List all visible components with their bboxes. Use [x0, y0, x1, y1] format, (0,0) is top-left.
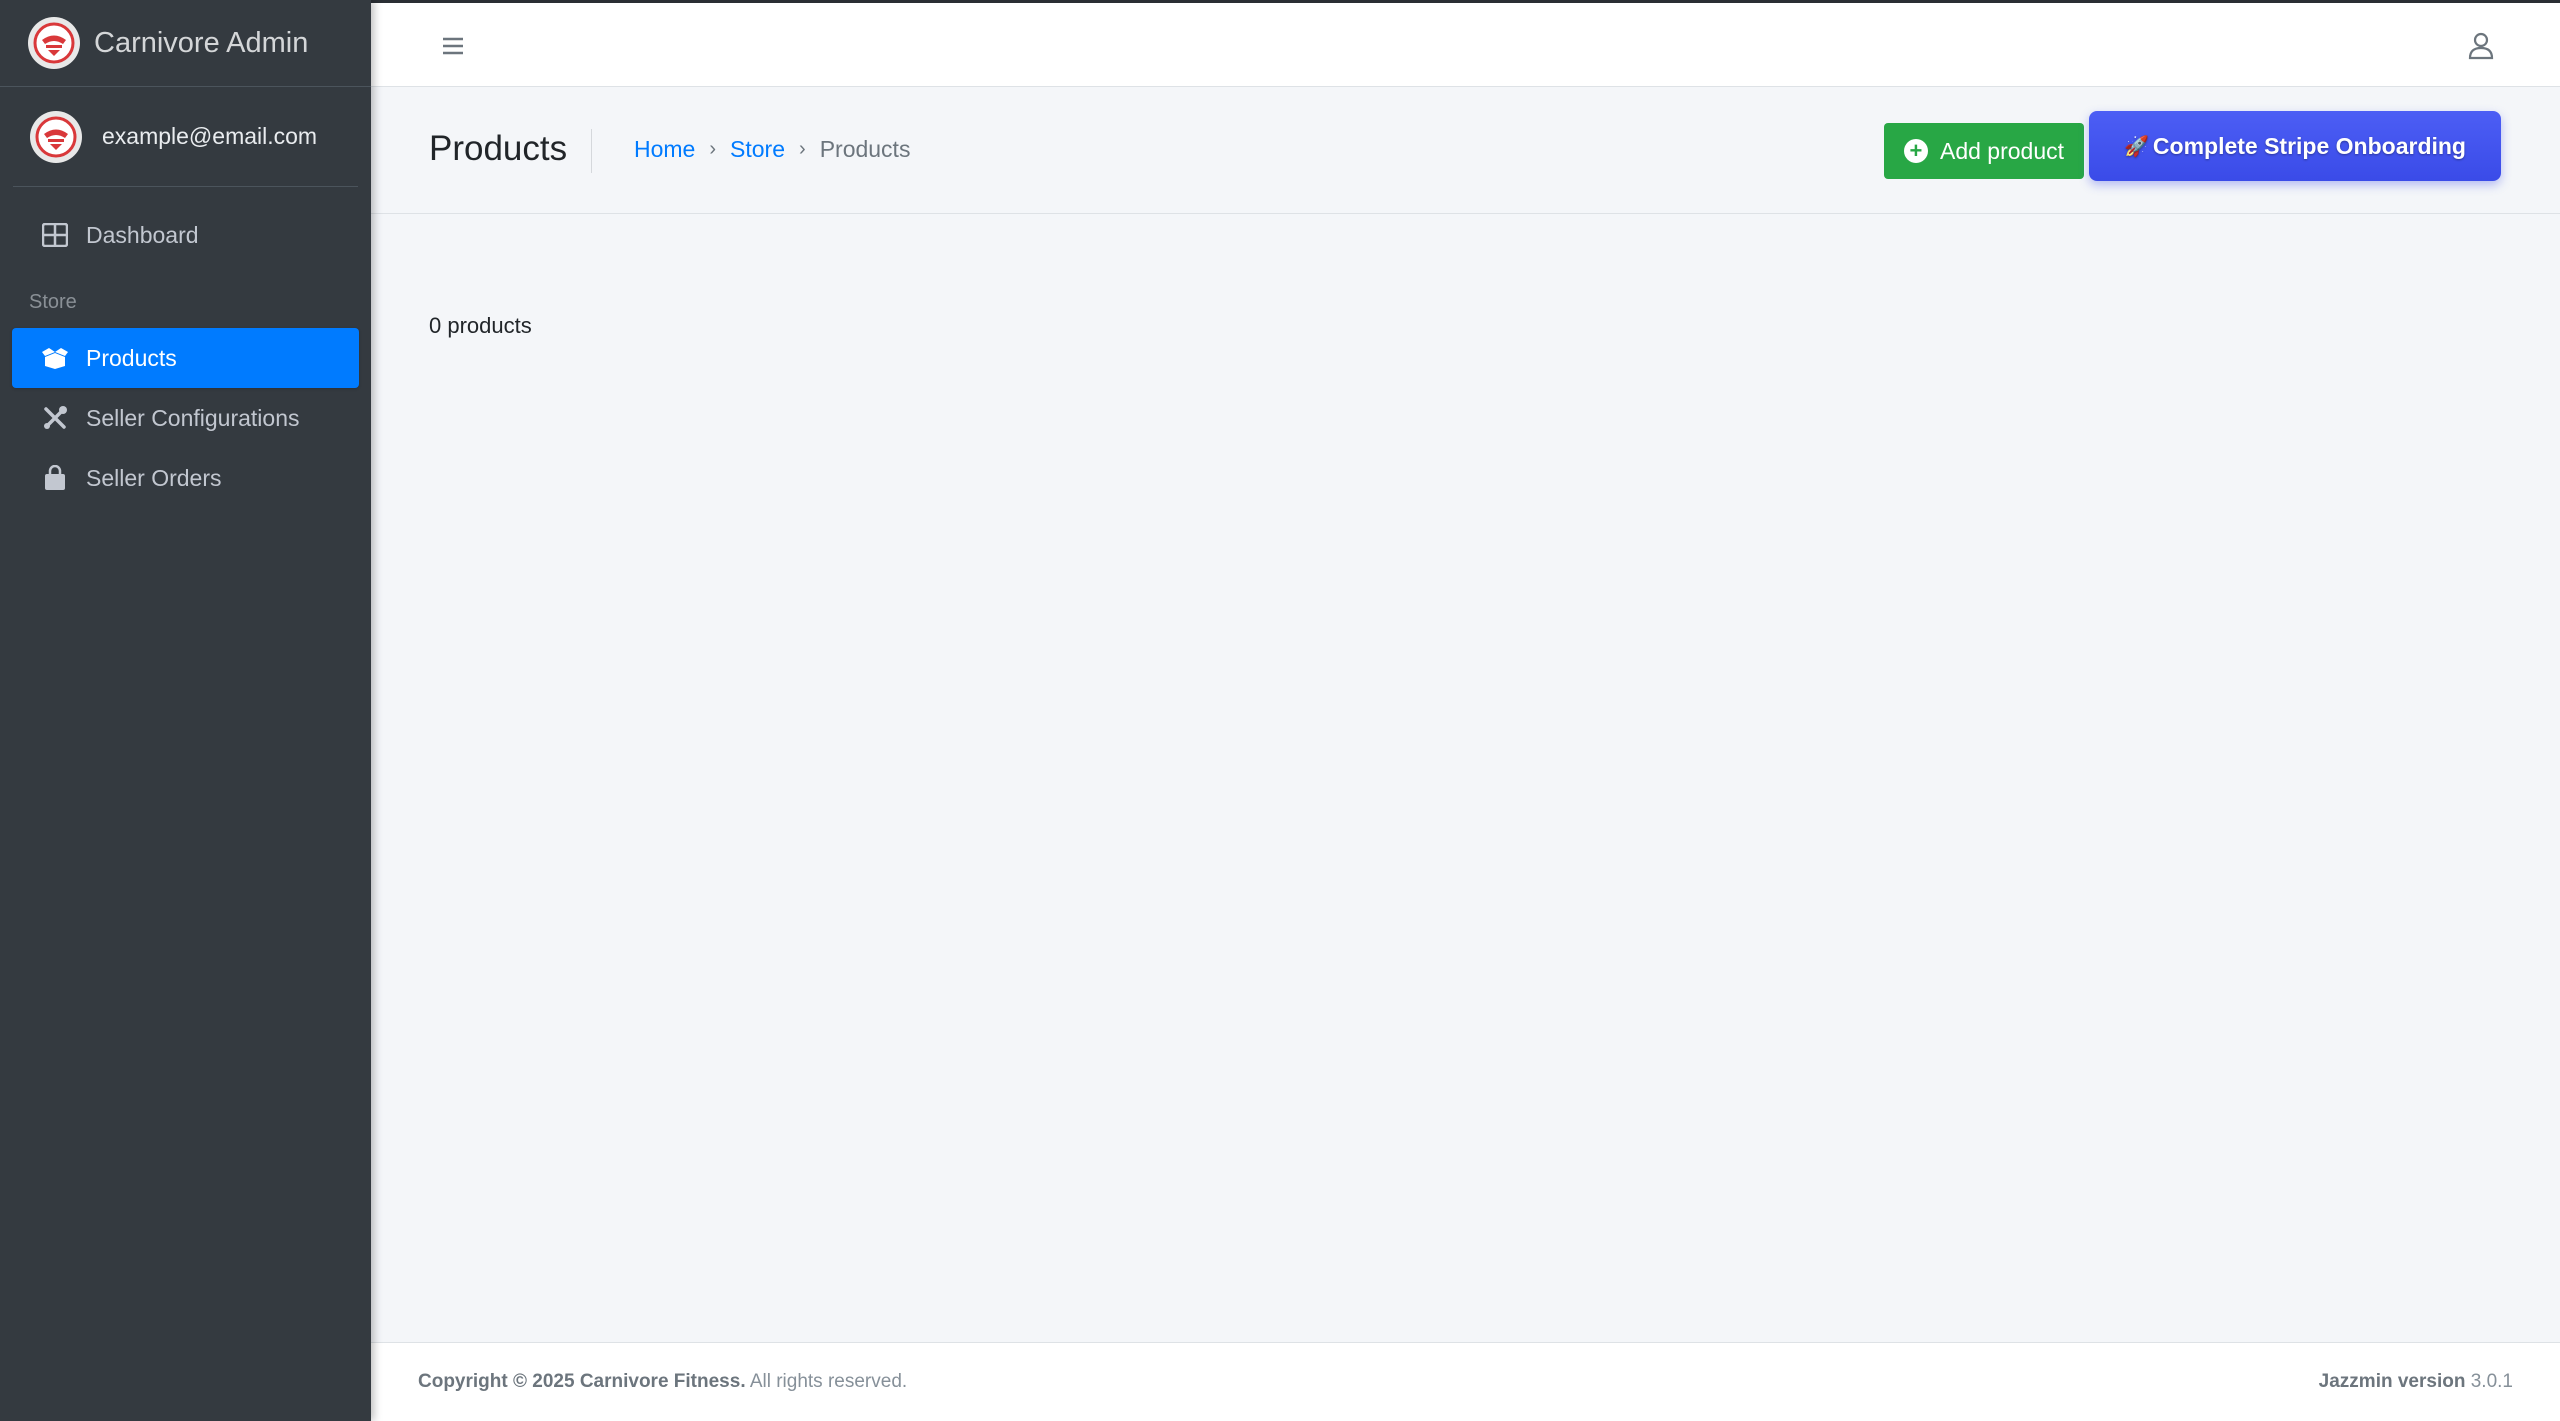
- sidebar-item-seller-configurations[interactable]: Seller Configurations: [12, 388, 359, 448]
- brand-title: Carnivore Admin: [94, 26, 309, 59]
- brand-logo-icon: [28, 17, 80, 69]
- tools-icon: [40, 403, 70, 433]
- sidebar: Carnivore Admin example@email.com Dashbo…: [0, 0, 371, 1421]
- sidebar-item-label: Products: [86, 344, 177, 371]
- footer-copyright: Copyright © 2025 Carnivore Fitness. All …: [418, 1371, 907, 1393]
- complete-stripe-onboarding-button[interactable]: 🚀 Complete Stripe Onboarding: [2089, 111, 2501, 181]
- admin-app: Carnivore Admin example@email.com Dashbo…: [0, 0, 2560, 1421]
- shopping-bag-icon: [40, 463, 70, 493]
- sidebar-item-label: Dashboard: [86, 221, 199, 248]
- sidebar-item-products[interactable]: Products: [12, 328, 359, 388]
- hamburger-icon[interactable]: [438, 31, 468, 61]
- add-product-button[interactable]: + Add product: [1884, 123, 2084, 179]
- user-panel[interactable]: example@email.com: [13, 87, 358, 187]
- user-email: example@email.com: [102, 123, 318, 149]
- sidebar-item-dashboard[interactable]: Dashboard: [12, 205, 359, 265]
- product-count: 0 products: [429, 313, 532, 338]
- breadcrumb-store[interactable]: Store: [730, 136, 785, 163]
- sidebar-section-header: Store: [29, 291, 77, 313]
- top-navbar: [371, 0, 2560, 87]
- rocket-icon: 🚀: [2124, 135, 2149, 158]
- sidebar-item-seller-orders[interactable]: Seller Orders: [12, 448, 359, 508]
- version-number: 3.0.1: [2465, 1371, 2513, 1392]
- stripe-button-label: Complete Stripe Onboarding: [2152, 132, 2466, 159]
- breadcrumb-separator: ›: [799, 138, 806, 160]
- sidebar-item-label: Seller Orders: [86, 464, 222, 491]
- copyright-text: Copyright © 2025 Carnivore Fitness.: [418, 1371, 746, 1392]
- content-header: Products Home › Store › Products + Add p…: [371, 87, 2560, 214]
- brand-link[interactable]: Carnivore Admin: [0, 0, 371, 87]
- dashboard-icon: [40, 220, 70, 250]
- rights-text: All rights reserved.: [745, 1371, 908, 1392]
- box-open-icon: [40, 343, 70, 373]
- avatar: [30, 110, 82, 163]
- breadcrumb-home[interactable]: Home: [634, 136, 695, 163]
- version-label: Jazzmin version: [2318, 1371, 2466, 1392]
- page-title: Products: [429, 129, 593, 173]
- breadcrumb-separator: ›: [709, 138, 717, 160]
- add-product-label: Add product: [1939, 137, 2065, 164]
- sidebar-item-label: Seller Configurations: [86, 404, 300, 431]
- user-icon[interactable]: [2466, 31, 2496, 61]
- sidebar-nav: Dashboard Store Products Seller Configur…: [0, 187, 371, 508]
- footer: Copyright © 2025 Carnivore Fitness. All …: [371, 1342, 2560, 1421]
- breadcrumb: Home › Store › Products: [634, 136, 910, 163]
- footer-version: Jazzmin version 3.0.1: [2319, 1371, 2513, 1393]
- breadcrumb-current: Products: [819, 136, 911, 162]
- plus-circle-icon: +: [1903, 139, 1928, 163]
